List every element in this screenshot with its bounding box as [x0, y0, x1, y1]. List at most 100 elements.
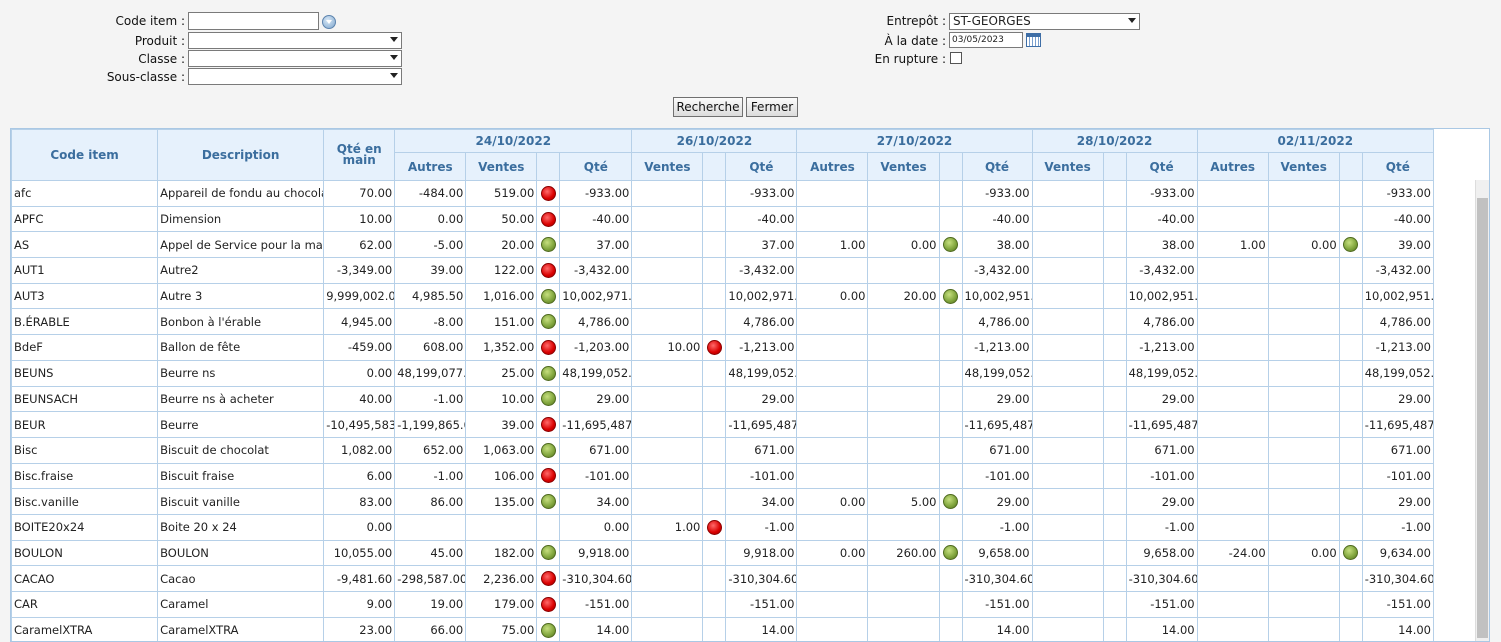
recherche-button[interactable]: Recherche — [673, 97, 743, 117]
ventes-cell — [1267, 385, 1340, 413]
scrollbar-thumb[interactable] — [1477, 198, 1488, 638]
green-status-indicator-icon — [943, 288, 958, 304]
table-row[interactable]: APFC Dimension 10.00 0.00 50.00 -40.00 -40.00 -… — [11, 205, 1435, 233]
column-header[interactable]: Autres — [394, 152, 467, 181]
ventes-cell: 1.00 — [631, 513, 704, 541]
table-row[interactable]: Bisc Biscuit de chocolat 1,082.00 652.00 1,0… — [11, 436, 1435, 464]
column-header[interactable]: Ventes — [1031, 152, 1104, 181]
ventes-cell: 1,352.00 — [465, 334, 538, 361]
column-header[interactable]: Autres — [1196, 152, 1269, 181]
ventes-cell — [1031, 591, 1104, 618]
qty-on-hand-cell: -9,481.60 — [323, 565, 396, 592]
table-row[interactable]: afc Appareil de fondu au chocolat 70.00 -48… — [11, 180, 1435, 207]
ventes-cell — [1267, 488, 1340, 515]
column-header[interactable]: Autres — [796, 152, 869, 181]
table-row[interactable]: BOULON BOULON 10,055.00 45.00 182.00 9,918.00… — [11, 539, 1435, 567]
table-row[interactable]: ASAppel de Service pour la machine62.00-… — [11, 231, 1435, 259]
status-cell — [536, 591, 561, 618]
table-row[interactable]: AUT1 Autre2 -3,349.00 39.00 122.00 -3,432.00 -… — [11, 257, 1435, 284]
ventes-cell: 151.00 — [465, 308, 538, 336]
rupture-label: En rupture : — [874, 52, 946, 66]
autres-cell — [796, 462, 869, 490]
table-row[interactable]: BEUNSACH Beurre ns à acheter 40.00 -1.00 10.… — [11, 385, 1435, 413]
column-header[interactable]: Ventes — [867, 152, 940, 181]
qte-cell: -933.00 — [559, 180, 633, 207]
table-row[interactable]: AUT3Autre 39,999,002.004,985.501,016.00 1… — [11, 282, 1435, 310]
qte-cell: 4,786.00 — [725, 308, 798, 336]
code-item-input[interactable] — [188, 12, 319, 30]
column-header[interactable]: Ventes — [1267, 152, 1340, 181]
column-header[interactable]: Qté en main — [323, 129, 396, 181]
status-cell — [536, 257, 561, 284]
column-header[interactable]: Ventes — [631, 152, 704, 181]
status-column-header — [1338, 152, 1363, 181]
table-row[interactable]: CAR Caramel 9.00 19.00 179.00 -151.00 -151.00 -… — [11, 591, 1435, 618]
table-row[interactable]: CaramelXTRA CaramelXTRA 23.00 66.00 75.00 14.… — [11, 616, 1435, 641]
qte-cell: 671.00 — [961, 436, 1033, 464]
code-item-cell: BOITE20x24 — [11, 513, 159, 541]
qty-on-hand-cell: -459.00 — [323, 334, 396, 361]
ventes-cell — [1031, 257, 1104, 284]
qte-cell: -1,213.00 — [961, 334, 1033, 361]
table-row[interactable]: BdeF Ballon de fête -459.00 608.00 1,352.00-… — [11, 334, 1435, 361]
autres-cell: 39.00 — [394, 257, 467, 284]
code-item-cell: Bisc.vanille — [11, 488, 159, 515]
column-header[interactable]: Qté — [1125, 152, 1198, 181]
qte-cell: -1,203.00 — [559, 334, 633, 361]
entrepot-select[interactable]: ST-GEORGES — [949, 13, 1140, 30]
column-header[interactable]: Code item — [11, 129, 159, 181]
status-cell — [702, 591, 727, 618]
status-cell — [1102, 411, 1127, 438]
status-cell — [536, 436, 561, 464]
ventes-cell — [631, 282, 704, 310]
column-header[interactable]: Qté — [1361, 152, 1435, 181]
description-cell: Beurre ns à acheter — [157, 385, 325, 413]
table-row[interactable]: BEUNSBeurre ns0.0048,199,077.025.00 48,19… — [11, 359, 1435, 387]
autres-cell: 652.00 — [394, 436, 467, 464]
ventes-cell — [631, 180, 704, 207]
date-input[interactable]: 03/05/2023 — [949, 32, 1023, 48]
status-cell — [1102, 282, 1127, 310]
qte-cell: 14.00 — [1361, 616, 1435, 641]
status-column-header — [938, 152, 963, 181]
description-cell: Beurre — [157, 411, 325, 438]
ventes-cell: 519.00 — [465, 180, 538, 207]
column-header[interactable]: Qté — [725, 152, 798, 181]
status-cell — [938, 308, 963, 336]
autres-cell: 66.00 — [394, 616, 467, 641]
status-cell — [938, 385, 963, 413]
ventes-cell — [631, 231, 704, 259]
qty-on-hand-cell: 10,055.00 — [323, 539, 396, 567]
code-item-cell: BEUNSACH — [11, 385, 159, 413]
column-header[interactable]: Ventes — [465, 152, 538, 181]
date-value: 03/05/2023 — [952, 35, 1004, 45]
lookup-dropdown-icon[interactable] — [322, 15, 336, 29]
status-cell — [536, 539, 561, 567]
fermer-button[interactable]: Fermer — [746, 97, 798, 117]
status-cell — [1102, 591, 1127, 618]
table-row[interactable]: BOITE20x24 Boite 20 x 24 0.00 0.00 1.00 -1.00… — [11, 513, 1435, 541]
calendar-icon[interactable] — [1026, 33, 1041, 47]
column-header[interactable]: Qté — [961, 152, 1033, 181]
column-header[interactable]: Description — [157, 129, 325, 181]
table-row[interactable]: B.ÉRABLE Bonbon à l'érable 4,945.00 -8.00 15… — [11, 308, 1435, 336]
table-row[interactable]: BEURBeurre-10,495,583.0-1,199,865.0039.0… — [11, 411, 1435, 438]
rupture-checkbox[interactable] — [950, 52, 962, 64]
classe-select[interactable] — [188, 50, 402, 67]
autres-cell: 608.00 — [394, 334, 467, 361]
date-group-header: 26/10/2022 — [631, 129, 798, 153]
autres-cell — [796, 616, 869, 641]
ventes-cell — [1031, 334, 1104, 361]
column-header[interactable]: Qté — [559, 152, 633, 181]
qte-cell: 29.00 — [559, 385, 633, 413]
autres-cell: -1.00 — [394, 462, 467, 490]
produit-select[interactable] — [188, 32, 402, 49]
qty-on-hand-cell: 23.00 — [323, 616, 396, 641]
table-row[interactable]: Bisc.fraise Biscuit fraise 6.00 -1.00 106.00… — [11, 462, 1435, 490]
table-row[interactable]: CACAO Cacao -9,481.60 -298,587.00 2,236.00 -3… — [11, 565, 1435, 592]
autres-cell — [796, 257, 869, 284]
ventes-cell — [1267, 591, 1340, 618]
table-row[interactable]: Bisc.vanille Biscuit vanille 83.00 86.00 135… — [11, 488, 1435, 515]
ventes-cell: 10.00 — [465, 385, 538, 413]
sous-classe-select[interactable] — [188, 68, 402, 85]
